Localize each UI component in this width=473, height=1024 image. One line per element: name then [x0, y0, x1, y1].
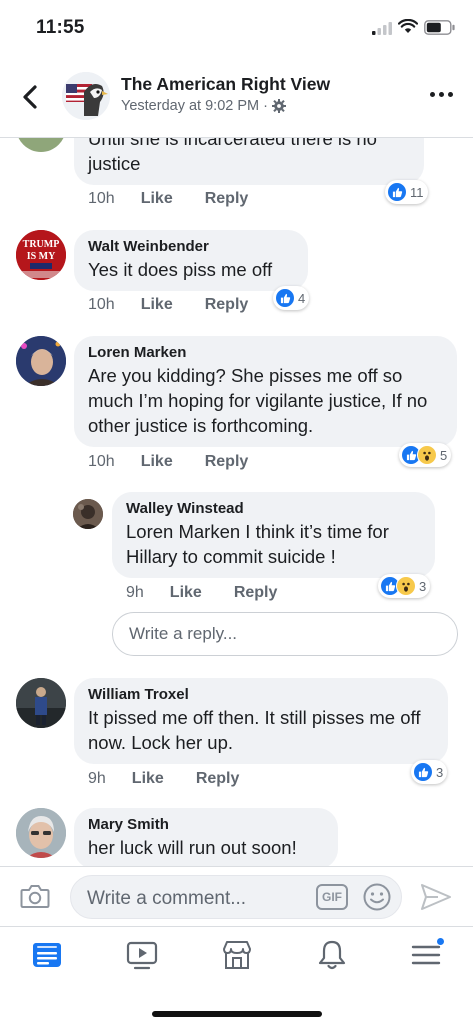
reply-button[interactable]: Reply [234, 584, 278, 602]
avatar[interactable]: TRUMP IS MY [16, 230, 66, 280]
avatar[interactable] [16, 336, 66, 386]
person-photo-icon [16, 336, 66, 386]
like-button[interactable]: Like [170, 584, 202, 602]
comment-author[interactable]: William Troxel [88, 686, 434, 703]
comment-actions: 9h Like Reply [88, 770, 239, 788]
wow-reaction-icon [417, 445, 437, 465]
wow-reaction-icon [396, 576, 416, 596]
watch-icon[interactable] [126, 939, 158, 971]
reaction-count: 5 [440, 447, 448, 463]
menu-notification-dot [436, 937, 445, 946]
comment-text: It pissed me off then. It still pisses m… [88, 707, 421, 753]
comment-actions: 9h Like Reply [126, 584, 277, 602]
back-arrow-icon[interactable] [18, 84, 44, 110]
like-reaction-icon [413, 762, 433, 782]
person-photo-icon [16, 808, 66, 858]
comment-bubble[interactable]: William Troxel It pissed me off then. It… [74, 678, 448, 764]
avatar[interactable] [73, 499, 103, 529]
gear-icon [271, 99, 286, 113]
bottom-tab-bar [0, 926, 473, 1024]
meta-separator: · [263, 98, 268, 114]
notifications-icon[interactable] [316, 939, 348, 971]
home-indicator [152, 1011, 322, 1017]
gif-button[interactable]: GIF [316, 884, 348, 910]
reply-placeholder: Write a reply... [129, 624, 238, 643]
comment-bubble[interactable]: Walt Weinbender Yes it does piss me off [74, 230, 308, 291]
reply-button[interactable]: Reply [205, 453, 249, 471]
page-avatar[interactable] [62, 72, 110, 120]
avatar[interactable] [16, 808, 66, 858]
comment-age: 10h [88, 453, 115, 470]
page-name[interactable]: The American Right View [121, 74, 330, 95]
comment-bubble[interactable]: Loren Marken Are you kidding? She pisses… [74, 336, 457, 447]
reaction-count: 11 [410, 184, 424, 200]
comment-age: 9h [88, 770, 106, 787]
svg-text:IS MY: IS MY [27, 251, 56, 262]
comment-author[interactable]: Mary Smith [88, 816, 324, 833]
comment-placeholder: Write a comment... [87, 888, 247, 909]
avatar[interactable] [16, 138, 66, 152]
reaction-summary[interactable]: 3 [411, 760, 448, 784]
comment-text: Until she is incarcerated there is no ju… [88, 138, 377, 174]
cellular-signal-icon [372, 22, 392, 35]
comment-author[interactable]: Walley Winstead [126, 500, 421, 517]
comment-author[interactable]: Walt Weinbender [88, 238, 294, 255]
send-icon[interactable] [420, 883, 452, 911]
reply-input[interactable]: Write a reply... [112, 612, 458, 656]
reply-button[interactable]: Reply [196, 770, 240, 788]
comment-bubble[interactable]: Walley Winstead Loren Marken I think it’… [112, 492, 435, 578]
comments-list: Until she is incarcerated there is no ju… [0, 138, 473, 866]
avatar[interactable] [16, 678, 66, 728]
comment-actions: 10h Like Reply [88, 453, 248, 471]
like-button[interactable]: Like [141, 190, 173, 208]
comment-bubble[interactable]: Until she is incarcerated there is no ju… [74, 138, 424, 185]
reaction-count: 3 [436, 764, 444, 780]
like-button[interactable]: Like [141, 453, 173, 471]
reply-button[interactable]: Reply [205, 190, 249, 208]
reaction-count: 4 [298, 290, 306, 306]
person-photo-icon [73, 499, 103, 529]
comment-text: Are you kidding? She pisses me off so mu… [88, 365, 428, 436]
camera-icon[interactable] [20, 883, 50, 909]
battery-icon [424, 20, 455, 35]
news-feed-icon[interactable] [31, 939, 63, 971]
status-time: 11:55 [36, 17, 85, 38]
comment-age: 9h [126, 584, 144, 601]
reaction-summary[interactable]: 3 [378, 574, 431, 598]
comment-author[interactable]: Loren Marken [88, 344, 443, 361]
comment-age: 10h [88, 190, 115, 207]
trump-sign-avatar-icon: TRUMP IS MY [16, 230, 66, 280]
comment-actions: 10h Like Reply [88, 190, 248, 208]
wifi-icon [398, 19, 418, 33]
flag-eagle-logo-icon [62, 72, 110, 120]
reaction-summary[interactable]: 11 [385, 180, 428, 204]
reaction-summary[interactable]: 4 [273, 286, 310, 310]
like-button[interactable]: Like [141, 296, 173, 314]
like-reaction-icon [275, 288, 295, 308]
more-options-icon[interactable] [430, 92, 453, 97]
marketplace-icon[interactable] [221, 939, 253, 971]
comment-composer: Write a comment... GIF [0, 866, 473, 926]
comment-bubble[interactable]: Mary Smith her luck will run out soon! [74, 808, 338, 866]
reply-button[interactable]: Reply [205, 296, 249, 314]
like-reaction-icon [387, 182, 407, 202]
emoji-icon[interactable] [362, 882, 392, 912]
comment-text: Yes it does piss me off [88, 259, 273, 280]
person-photo-icon [16, 678, 66, 728]
status-bar: 11:55 [0, 0, 473, 56]
svg-text:TRUMP: TRUMP [23, 239, 60, 250]
reaction-summary[interactable]: 5 [399, 443, 452, 467]
comment-text: her luck will run out soon! [88, 837, 297, 858]
like-button[interactable]: Like [132, 770, 164, 788]
reaction-count: 3 [419, 578, 427, 594]
comment-actions: 10h Like Reply [88, 296, 248, 314]
post-header: The American Right View Yesterday at 9:0… [0, 58, 473, 138]
comment-text: Loren Marken I think it’s time for Hilla… [126, 521, 389, 567]
comment-age: 10h [88, 296, 115, 313]
post-timestamp[interactable]: Yesterday at 9:02 PM [121, 98, 259, 114]
comment-input[interactable]: Write a comment... [70, 875, 402, 919]
post-meta: Yesterday at 9:02 PM · [121, 98, 286, 114]
